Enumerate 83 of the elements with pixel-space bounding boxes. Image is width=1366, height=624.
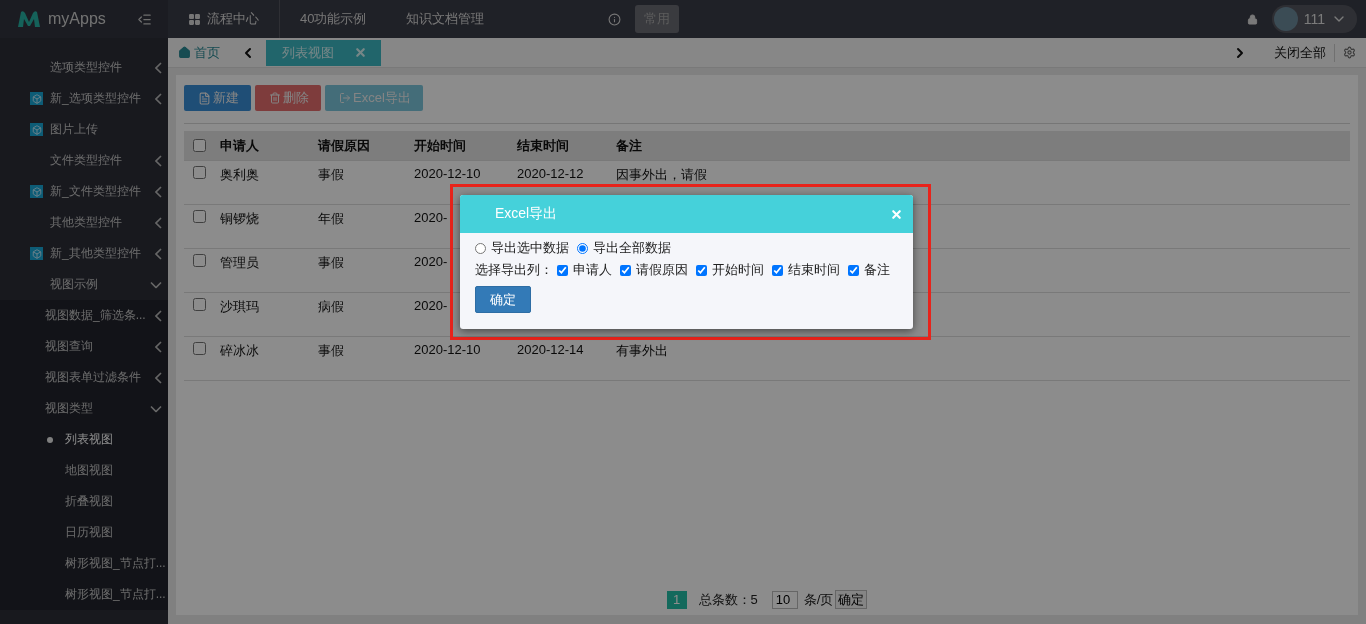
- page-size-field[interactable]: 10: [771, 590, 798, 609]
- confirm-button[interactable]: 确定: [475, 286, 531, 313]
- radio-button[interactable]: [577, 242, 588, 254]
- radio-option[interactable]: 导出全部数据: [577, 239, 671, 257]
- sidebar-item[interactable]: 视图查询: [0, 331, 168, 362]
- user-menu[interactable]: 111: [1271, 5, 1357, 33]
- table-cell: 碎冰冰: [220, 342, 259, 360]
- sign-out-icon: [339, 92, 351, 104]
- table-cell: 奥利奥: [220, 166, 259, 184]
- checkbox[interactable]: [772, 264, 783, 276]
- checkbox[interactable]: [848, 264, 859, 276]
- table-cell: 年假: [318, 210, 344, 228]
- nav-item[interactable]: 知识文档管理: [386, 0, 505, 38]
- trash-icon: [269, 92, 281, 104]
- table-cell: 铜锣烧: [220, 210, 259, 228]
- column-option[interactable]: 结束时间: [772, 261, 840, 279]
- app-name: myApps: [48, 10, 106, 28]
- row-checkbox[interactable]: [193, 166, 206, 179]
- column-option[interactable]: 备注: [848, 261, 890, 279]
- column-header: 开始时间: [414, 136, 466, 155]
- checkbox[interactable]: [620, 264, 631, 276]
- delete-button[interactable]: 删除: [255, 85, 321, 111]
- column-option[interactable]: 申请人: [557, 261, 612, 279]
- table-cell: 2020-: [414, 210, 448, 225]
- radio-option[interactable]: 导出选中数据: [475, 239, 569, 257]
- nav-item[interactable]: 40功能示例: [280, 0, 387, 38]
- table-cell: 因事外出，请假: [616, 166, 707, 184]
- column-option[interactable]: 开始时间: [696, 261, 764, 279]
- checkbox[interactable]: [696, 264, 707, 276]
- columns-label: 选择导出列：: [475, 261, 553, 279]
- go-button[interactable]: 确定: [835, 590, 868, 609]
- column-option[interactable]: 请假原因: [620, 261, 688, 279]
- close-all-button[interactable]: 关闭全部: [1266, 43, 1335, 62]
- sidebar-item[interactable]: 树形视图_节点打...: [0, 579, 168, 610]
- new-button[interactable]: 新建: [184, 85, 251, 111]
- select-all-checkbox[interactable]: [193, 139, 206, 152]
- sidebar-item[interactable]: 列表视图: [0, 424, 168, 455]
- info-icon[interactable]: [608, 12, 622, 26]
- sidebar-item[interactable]: 树形视图_节点打...: [0, 548, 168, 579]
- table-cell: 病假: [318, 298, 344, 316]
- table-cell: 2020-: [414, 298, 448, 313]
- page-button[interactable]: 1: [666, 590, 687, 609]
- column-header: 结束时间: [517, 136, 569, 155]
- home-tab[interactable]: 首页: [168, 43, 230, 62]
- bullet-icon: [47, 437, 53, 443]
- table-cell: 2020-12-12: [517, 166, 584, 181]
- table-cell: 事假: [318, 342, 344, 360]
- table-cell: 事假: [318, 254, 344, 272]
- table-cell: 2020-12-14: [517, 342, 584, 357]
- nav-item[interactable]: 流程中心: [168, 0, 279, 38]
- sidebar-item[interactable]: 视图表单过滤条件: [0, 362, 168, 393]
- row-checkbox[interactable]: [193, 254, 206, 267]
- row-checkbox[interactable]: [193, 342, 206, 355]
- logo-icon: [16, 10, 42, 28]
- table-cell: 2020-: [414, 254, 448, 269]
- table-cell: 有事外出: [616, 342, 668, 360]
- avatar: [1273, 7, 1298, 31]
- home-icon: [178, 46, 191, 59]
- dialog-title: Excel导出: [495, 205, 558, 223]
- file-icon: [198, 91, 211, 105]
- per-page-label: 条/页: [803, 590, 834, 609]
- table-cell: 2020-12-10: [414, 342, 481, 357]
- table-cell: 沙琪玛: [220, 298, 259, 316]
- radio-button[interactable]: [475, 242, 486, 254]
- menu-icon[interactable]: [137, 11, 152, 27]
- row-checkbox[interactable]: [193, 210, 206, 223]
- table-cell: 2020-12-10: [414, 166, 481, 181]
- sidebar-item[interactable]: 地图视图: [0, 455, 168, 486]
- row-checkbox[interactable]: [193, 298, 206, 311]
- column-header: 请假原因: [318, 136, 370, 155]
- checkbox[interactable]: [557, 264, 568, 276]
- column-header: 申请人: [220, 136, 259, 155]
- close-icon: [890, 207, 903, 221]
- sidebar-item[interactable]: 折叠视图: [0, 486, 168, 517]
- column-header: 备注: [616, 136, 642, 155]
- lock-icon[interactable]: [1246, 13, 1258, 25]
- settings-icon[interactable]: [1343, 46, 1356, 59]
- sidebar-item[interactable]: 日历视图: [0, 517, 168, 548]
- table-cell: 事假: [318, 166, 344, 184]
- sidebar-item[interactable]: 视图类型: [0, 393, 168, 424]
- total-label: 总条数：5: [698, 590, 758, 609]
- sidebar-item[interactable]: 视图数据_筛选条...: [0, 300, 168, 331]
- table-cell: 管理员: [220, 254, 259, 272]
